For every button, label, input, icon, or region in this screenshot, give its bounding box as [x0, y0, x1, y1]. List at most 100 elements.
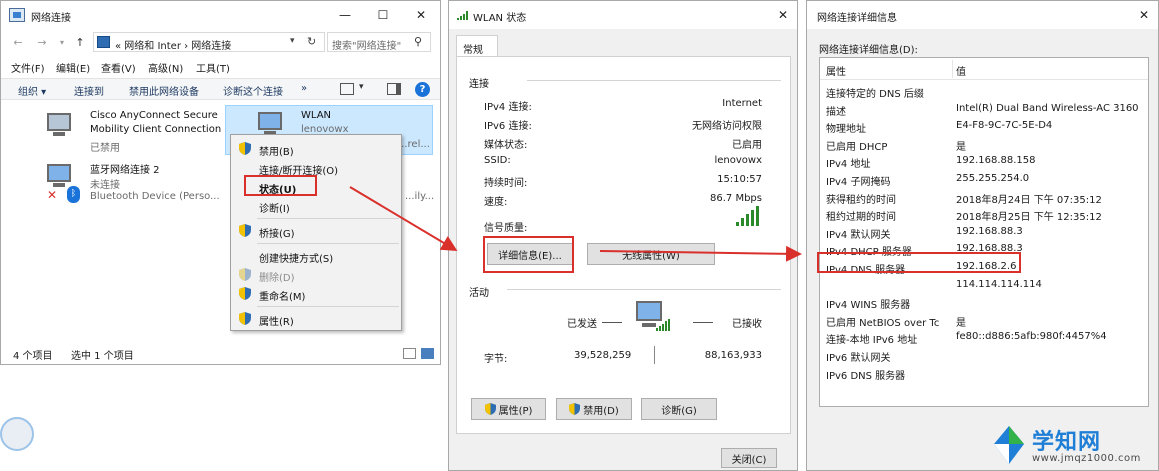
- column-value[interactable]: 值: [956, 63, 966, 78]
- received-label: 已接收: [732, 319, 762, 330]
- menu-file[interactable]: 文件(F): [11, 60, 45, 75]
- signal-bar: [736, 222, 739, 226]
- address-dropdown-icon[interactable]: ▾: [290, 36, 295, 46]
- up-arrow-icon[interactable]: ↑: [73, 35, 87, 49]
- diagnose-button[interactable]: 诊断(G): [641, 398, 717, 420]
- preview-pane-icon[interactable]: [387, 83, 401, 95]
- signal-bar: [741, 218, 744, 226]
- detail-property: 租约过期的时间: [826, 212, 896, 224]
- sent-line: [602, 322, 622, 323]
- uac-shield-icon: [239, 268, 251, 281]
- close-dialog-button[interactable]: 关闭(C): [721, 448, 777, 468]
- refresh-icon[interactable]: ↻: [307, 35, 316, 48]
- change-view-icon[interactable]: [340, 83, 354, 95]
- detail-property: 描述: [826, 106, 846, 118]
- menu-view[interactable]: 查看(V): [101, 60, 136, 75]
- table-row[interactable]: 获得租约的时间 2018年8月24日 下午 07:35:12: [820, 190, 1148, 207]
- minimize-button[interactable]: —: [326, 1, 364, 29]
- details-view-icon[interactable]: [403, 348, 416, 359]
- adapter-status: 已禁用: [90, 143, 120, 154]
- menu-separator: [257, 218, 399, 219]
- adapter-device: Bluetooth Device (Perso...: [90, 191, 220, 202]
- properties-button[interactable]: 属性(P): [471, 398, 546, 420]
- network-adapter-icon: [45, 111, 79, 141]
- wireless-properties-button[interactable]: 无线属性(W): [587, 243, 715, 265]
- title-bar[interactable]: WLAN 状态 ✕: [449, 1, 797, 29]
- back-arrow-icon[interactable]: ←: [11, 35, 25, 49]
- detail-value: fe80::d886:5afb:980f:4457%4: [956, 331, 1107, 343]
- command-bar: 组织 ▾ 连接到 禁用此网络设备 诊断这个连接 » ▾ ?: [1, 78, 440, 100]
- ctx-rename[interactable]: 重命名(M): [259, 288, 305, 303]
- detail-value: E4-F8-9C-7C-5E-D4: [956, 120, 1053, 132]
- adapter-bluetooth[interactable]: ✕ ᛒ 蓝牙网络连接 2 未连接 Bluetooth Device (Perso…: [45, 160, 220, 204]
- search-input[interactable]: 搜索"网络连接" ⚲: [327, 32, 431, 52]
- connect-to-button[interactable]: 连接到: [74, 83, 104, 98]
- ctx-properties[interactable]: 属性(R): [259, 313, 294, 328]
- ctx-bridge[interactable]: 桥接(G): [259, 225, 295, 240]
- recent-dropdown-icon[interactable]: ▾: [55, 35, 69, 49]
- disable-device-button[interactable]: 禁用此网络设备: [129, 83, 199, 98]
- title-bar[interactable]: 网络连接详细信息 ✕: [807, 1, 1158, 29]
- table-row[interactable]: IPv4 默认网关 192.168.88.3: [820, 225, 1148, 242]
- table-row[interactable]: IPv4 WINS 服务器: [820, 295, 1148, 312]
- details-list[interactable]: 属性 值 连接特定的 DNS 后缀描述 Intel(R) Dual Band Wi…: [819, 57, 1149, 407]
- view-dropdown-icon[interactable]: ▾: [359, 82, 364, 92]
- address-row: ← → ▾ ↑ « 网络和 Inter › 网络连接 ▾ ↻ 搜索"网络连接" …: [1, 29, 440, 55]
- section-connection: 连接: [469, 79, 489, 90]
- adapter-name: WLAN: [301, 110, 332, 121]
- received-line: [693, 322, 713, 323]
- table-row[interactable]: 描述 Intel(R) Dual Band Wireless-AC 3160: [820, 102, 1148, 119]
- table-row[interactable]: 租约过期的时间 2018年8月25日 下午 12:35:12: [820, 207, 1148, 224]
- uac-shield-icon: [569, 403, 581, 415]
- detail-property: 连接特定的 DNS 后缀: [826, 89, 924, 100]
- disconnected-x-icon: ✕: [47, 188, 58, 202]
- ctx-disable[interactable]: 禁用(B): [259, 143, 294, 158]
- table-row[interactable]: IPv6 默认网关: [820, 348, 1148, 365]
- table-row[interactable]: IPv4 子网掩码 255.255.254.0: [820, 172, 1148, 189]
- signal-quality-label: 信号质量:: [484, 223, 528, 234]
- forward-arrow-icon[interactable]: →: [35, 35, 49, 49]
- close-button[interactable]: ✕: [1130, 1, 1158, 29]
- diagnose-connection-button[interactable]: 诊断这个连接: [223, 83, 283, 98]
- prop-label: 媒体状态:: [484, 140, 528, 151]
- help-icon[interactable]: ?: [415, 82, 430, 97]
- disable-button[interactable]: 禁用(D): [556, 398, 632, 420]
- table-row[interactable]: 114.114.114.114: [820, 278, 1148, 295]
- bytes-received: 88,163,933: [704, 350, 762, 361]
- signal-bar: [751, 210, 754, 226]
- table-row[interactable]: 连接特定的 DNS 后缀: [820, 84, 1148, 101]
- window-title: WLAN 状态: [473, 13, 527, 24]
- menu-edit[interactable]: 编辑(E): [56, 60, 90, 75]
- organize-button[interactable]: 组织 ▾: [18, 83, 46, 98]
- ctx-create-shortcut[interactable]: 创建快捷方式(S): [259, 250, 333, 265]
- table-row[interactable]: IPv6 DNS 服务器: [820, 366, 1148, 383]
- address-bar[interactable]: « 网络和 Inter › 网络连接 ▾ ↻: [93, 32, 325, 52]
- table-row[interactable]: 已启用 DHCP 是: [820, 137, 1148, 154]
- close-button[interactable]: ✕: [769, 1, 797, 29]
- table-row[interactable]: 已启用 NetBIOS over Tc 是: [820, 313, 1148, 330]
- ctx-diagnose[interactable]: 诊断(I): [259, 200, 290, 215]
- column-separator[interactable]: [952, 60, 953, 78]
- menu-advanced[interactable]: 高级(N): [148, 60, 183, 75]
- title-bar[interactable]: 网络连接 — ☐ ✕: [1, 1, 440, 29]
- avatar: [0, 417, 34, 451]
- tiles-view-icon[interactable]: [421, 348, 434, 359]
- adapter-cisco[interactable]: Cisco AnyConnect Secure Mobility Client …: [45, 109, 221, 154]
- tab-general[interactable]: 常规: [456, 35, 498, 57]
- detail-value: 是: [956, 141, 966, 153]
- column-property[interactable]: 属性: [826, 63, 846, 78]
- table-row[interactable]: 连接-本地 IPv6 地址 fe80::d886:5afb:980f:4457%4: [820, 330, 1148, 347]
- more-commands-button[interactable]: »: [301, 83, 307, 94]
- table-row[interactable]: 物理地址 E4-F8-9C-7C-5E-D4: [820, 119, 1148, 136]
- uac-shield-icon: [484, 403, 496, 415]
- signal-bar: [756, 206, 759, 226]
- menu-tools[interactable]: 工具(T): [196, 60, 230, 75]
- section-divider: [507, 289, 781, 290]
- menu-separator: [257, 243, 399, 244]
- window-title: 网络连接详细信息: [817, 13, 897, 24]
- close-button[interactable]: ✕: [402, 1, 440, 29]
- maximize-button[interactable]: ☐: [364, 1, 402, 29]
- table-row[interactable]: IPv4 地址 192.168.88.158: [820, 154, 1148, 171]
- detail-property: IPv4 默认网关: [826, 229, 891, 241]
- breadcrumb[interactable]: « 网络和 Inter › 网络连接: [115, 37, 231, 52]
